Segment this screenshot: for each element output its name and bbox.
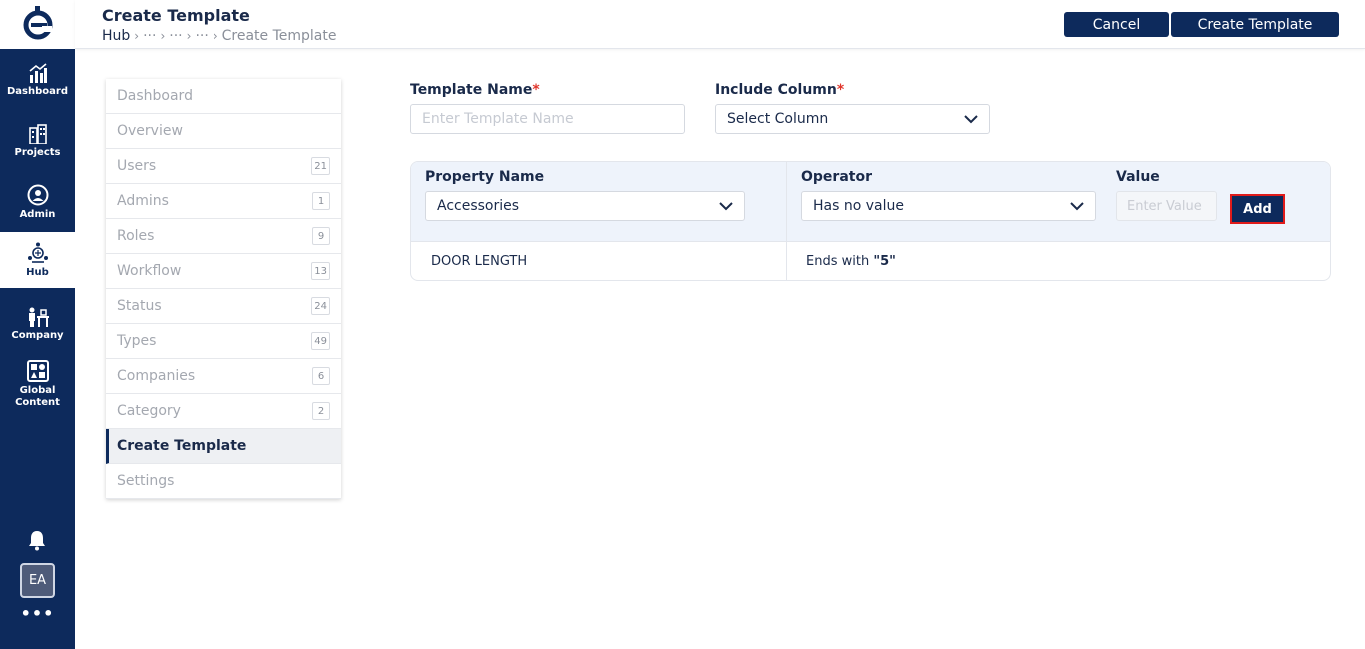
property-name-value: Accessories bbox=[437, 198, 520, 214]
menu-item-label: Overview bbox=[117, 123, 183, 139]
create-template-button[interactable]: Create Template bbox=[1171, 12, 1339, 37]
rail-item-label: Dashboard bbox=[7, 85, 68, 97]
count-badge: 24 bbox=[311, 297, 330, 315]
menu-item-users[interactable]: Users 21 bbox=[106, 149, 341, 184]
user-avatar[interactable]: EA bbox=[20, 563, 55, 598]
logo-icon bbox=[23, 5, 52, 39]
rail-item-label: Company bbox=[11, 329, 64, 341]
menu-item-admins[interactable]: Admins 1 bbox=[106, 184, 341, 219]
rail-item-global-content[interactable]: Global Content bbox=[0, 355, 75, 413]
menu-item-label: Category bbox=[117, 403, 181, 419]
count-badge: 49 bbox=[311, 332, 330, 350]
menu-item-settings[interactable]: Settings bbox=[106, 464, 341, 499]
required-mark: * bbox=[836, 82, 845, 98]
menu-item-label: Status bbox=[117, 298, 162, 314]
value-label: Value bbox=[1116, 169, 1160, 185]
template-name-label-text: Template Name bbox=[410, 82, 533, 98]
rail-item-label: Projects bbox=[14, 146, 61, 158]
more-options-icon[interactable]: ••• bbox=[0, 604, 75, 623]
required-mark: * bbox=[532, 82, 540, 98]
rail-item-dashboard[interactable]: Dashboard bbox=[0, 52, 75, 108]
count-badge: 2 bbox=[312, 402, 330, 420]
menu-item-dashboard[interactable]: Dashboard bbox=[106, 79, 341, 114]
dashboard-chart-icon bbox=[28, 62, 47, 83]
menu-item-label: Users bbox=[117, 158, 157, 174]
breadcrumb-item-ellipsis[interactable]: ··· bbox=[143, 28, 156, 44]
left-nav-rail: Dashboard Projects Admin Hub Company Glo… bbox=[0, 0, 75, 649]
template-name-input[interactable] bbox=[410, 104, 685, 134]
condition-table: Property Name Accessories Operator Has n… bbox=[410, 161, 1331, 281]
menu-item-companies[interactable]: Companies 6 bbox=[106, 359, 341, 394]
column-divider bbox=[786, 162, 787, 280]
page-title: Create Template bbox=[102, 6, 250, 25]
include-column-value: Select Column bbox=[727, 111, 829, 127]
menu-item-label: Workflow bbox=[117, 263, 182, 279]
template-name-label: Template Name* bbox=[410, 82, 540, 98]
menu-item-category[interactable]: Category 2 bbox=[106, 394, 341, 429]
include-column-select[interactable]: Select Column bbox=[715, 104, 990, 134]
operator-label: Operator bbox=[801, 169, 872, 185]
menu-item-create-template[interactable]: Create Template bbox=[106, 429, 341, 464]
chevron-down-icon bbox=[1070, 201, 1084, 210]
page-header: Create Template Hub › ··· › ··· › ··· › … bbox=[75, 0, 1365, 49]
menu-item-label: Dashboard bbox=[117, 88, 193, 104]
breadcrumb-item-current: Create Template bbox=[221, 28, 337, 44]
company-icon bbox=[28, 307, 49, 327]
menu-item-label: Create Template bbox=[117, 438, 247, 454]
bell-icon[interactable] bbox=[26, 529, 48, 551]
menu-item-label: Roles bbox=[117, 228, 155, 244]
chevron-right-icon: › bbox=[186, 29, 192, 43]
menu-item-types[interactable]: Types 49 bbox=[106, 324, 341, 359]
include-column-label: Include Column* bbox=[715, 82, 844, 98]
buildings-icon bbox=[28, 123, 47, 144]
property-name-label: Property Name bbox=[425, 169, 545, 185]
menu-item-status[interactable]: Status 24 bbox=[106, 289, 341, 324]
menu-item-label: Companies bbox=[117, 368, 196, 384]
count-badge: 9 bbox=[312, 227, 330, 245]
breadcrumb-item-ellipsis[interactable]: ··· bbox=[169, 28, 182, 44]
cancel-button[interactable]: Cancel bbox=[1064, 12, 1169, 37]
rail-item-company[interactable]: Company bbox=[0, 296, 75, 352]
add-condition-button[interactable]: Add bbox=[1230, 194, 1285, 224]
count-badge: 1 bbox=[312, 192, 330, 210]
count-badge: 6 bbox=[312, 367, 330, 385]
count-badge: 21 bbox=[311, 157, 330, 175]
rail-item-label: Hub bbox=[26, 266, 49, 278]
rail-item-projects[interactable]: Projects bbox=[0, 113, 75, 169]
app-logo[interactable] bbox=[0, 0, 75, 49]
menu-item-workflow[interactable]: Workflow 13 bbox=[106, 254, 341, 289]
operator-select[interactable]: Has no value bbox=[801, 191, 1096, 221]
chevron-down-icon bbox=[964, 114, 978, 123]
condition-row-operator: Ends with "5" bbox=[806, 254, 896, 269]
value-input[interactable]: Enter Value bbox=[1116, 191, 1217, 221]
property-name-select[interactable]: Accessories bbox=[425, 191, 745, 221]
chevron-down-icon bbox=[719, 201, 733, 210]
rail-item-admin[interactable]: Admin bbox=[0, 174, 75, 230]
admin-user-icon bbox=[27, 184, 48, 205]
operator-value: Has no value bbox=[813, 198, 904, 214]
menu-item-label: Admins bbox=[117, 193, 169, 209]
include-column-label-text: Include Column bbox=[715, 82, 837, 98]
chevron-right-icon: › bbox=[212, 29, 218, 43]
chevron-right-icon: › bbox=[134, 29, 140, 43]
count-badge: 13 bbox=[311, 262, 330, 280]
menu-item-label: Settings bbox=[117, 473, 175, 489]
breadcrumb-item-ellipsis[interactable]: ··· bbox=[195, 28, 208, 44]
hub-icon bbox=[27, 242, 48, 263]
hub-side-menu: Dashboard Overview Users 21 Admins 1 Rol… bbox=[106, 79, 341, 499]
condition-value: "5" bbox=[873, 254, 896, 269]
breadcrumb-item-hub[interactable]: Hub bbox=[102, 28, 130, 44]
menu-item-overview[interactable]: Overview bbox=[106, 114, 341, 149]
rail-item-label: Global Content bbox=[15, 384, 60, 408]
menu-item-roles[interactable]: Roles 9 bbox=[106, 219, 341, 254]
condition-editor-row: Property Name Accessories Operator Has n… bbox=[411, 162, 1330, 242]
rail-item-label: Admin bbox=[19, 208, 56, 220]
rail-item-hub[interactable]: Hub bbox=[0, 232, 75, 288]
condition-prefix: Ends with bbox=[806, 254, 870, 269]
global-content-icon bbox=[26, 359, 49, 382]
chevron-right-icon: › bbox=[160, 29, 166, 43]
condition-row-property: DOOR LENGTH bbox=[431, 254, 528, 269]
breadcrumb: Hub › ··· › ··· › ··· › Create Template bbox=[102, 28, 336, 44]
menu-item-label: Types bbox=[117, 333, 157, 349]
